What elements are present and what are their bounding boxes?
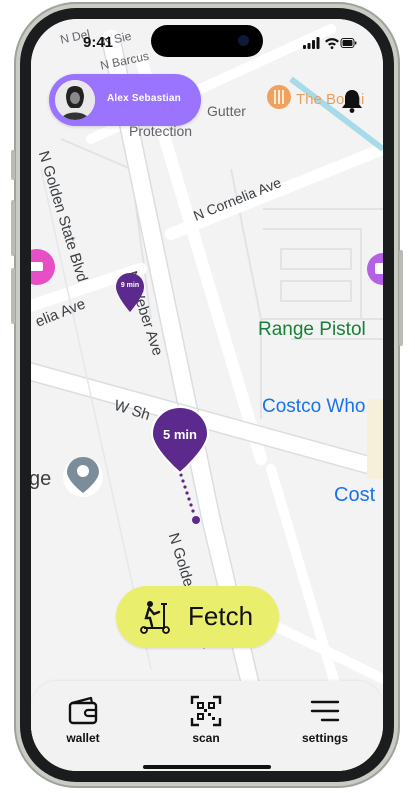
- avatar: [55, 80, 95, 120]
- signal-icon: [303, 37, 320, 49]
- tab-settings-label: settings: [301, 731, 348, 745]
- tab-scan-label: scan: [192, 731, 220, 745]
- profile-name: Alex Sebastian: [107, 93, 181, 104]
- tab-scan[interactable]: scan: [166, 691, 246, 753]
- power-button: [399, 250, 403, 346]
- camera-icon: [238, 35, 249, 46]
- map-label-gutter: Gutter: [207, 103, 246, 119]
- pin-large-label: 5 min: [163, 427, 197, 442]
- bell-icon: [342, 90, 362, 113]
- bottom-tab-bar: wallet scan settings: [31, 681, 383, 771]
- map-view[interactable]: [31, 19, 383, 771]
- status-icons: [303, 36, 357, 54]
- restaurant-marker-icon[interactable]: [267, 85, 291, 109]
- user-location-dot: [192, 516, 200, 524]
- scooter-pin-small[interactable]: 9 min: [115, 272, 145, 314]
- tab-wallet[interactable]: wallet: [43, 691, 123, 753]
- tab-wallet-label: wallet: [66, 731, 100, 745]
- map-place-range-pistol[interactable]: Range Pistol: [258, 319, 366, 341]
- pin-small-label: 9 min: [120, 282, 140, 289]
- tab-settings[interactable]: settings: [285, 691, 365, 753]
- profile-button[interactable]: Alex Sebastian: [49, 74, 201, 126]
- app-screen: N Golden State Blvd N Weber Ave N Cornel…: [31, 19, 383, 771]
- place-marker-icon[interactable]: [63, 457, 103, 497]
- scooter-rider-icon: [140, 601, 170, 634]
- wifi-icon: [325, 38, 339, 49]
- status-time: 9:41: [83, 34, 114, 51]
- scooter-pin-large[interactable]: 5 min: [150, 405, 210, 475]
- volume-side-button: [11, 200, 15, 256]
- volume-down-button: [11, 268, 15, 324]
- fetch-button[interactable]: Fetch: [116, 586, 279, 648]
- map-place-ge[interactable]: ge: [31, 468, 51, 491]
- qr-scan-icon: [190, 695, 222, 727]
- pin-small-icon: [116, 273, 144, 312]
- map-place-cost[interactable]: Cost: [334, 484, 375, 507]
- battery-icon: [340, 38, 357, 48]
- dynamic-island: [151, 25, 263, 57]
- home-indicator: [143, 765, 271, 769]
- wallet-icon: [68, 696, 98, 725]
- status-bar: 9:41: [31, 19, 383, 65]
- fetch-label: Fetch: [188, 601, 254, 631]
- notifications-button[interactable]: [341, 89, 363, 118]
- volume-up-button: [11, 150, 15, 180]
- menu-icon: [310, 700, 340, 722]
- map-place-costco[interactable]: Costco Who: [262, 396, 365, 418]
